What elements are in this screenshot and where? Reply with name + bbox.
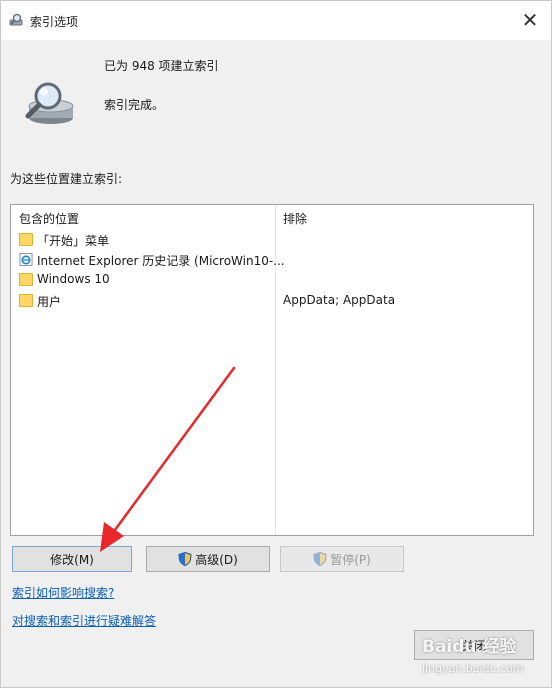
index-state-text: 索引完成。	[104, 98, 165, 112]
title-bar: 索引选项 ✕	[0, 0, 552, 40]
troubleshoot-search-link[interactable]: 对搜索和索引进行疑难解答	[12, 612, 156, 629]
indexing-options-icon	[9, 13, 23, 26]
column-header-excluded[interactable]: 排除	[283, 210, 307, 227]
indexed-count-text: 已为 948 项建立索引	[104, 59, 219, 73]
modify-button-label: 修改(M)	[50, 552, 94, 567]
pause-button[interactable]: 暂停(P)	[280, 546, 404, 572]
indexing-status-icon	[25, 82, 74, 124]
modify-button[interactable]: 修改(M)	[12, 546, 132, 572]
advanced-button-label: 高级(D)	[195, 552, 238, 567]
locations-list[interactable]: 包含的位置 排除 「开始」菜单 Internet Explorer 历史记录 (…	[10, 204, 534, 536]
location-exclude: AppData; AppData	[283, 293, 396, 307]
location-name: 用户	[37, 295, 62, 309]
locations-label: 为这些位置建立索引:	[10, 172, 123, 186]
column-header-included[interactable]: 包含的位置	[19, 210, 79, 227]
how-indexing-affects-search-link[interactable]: 索引如何影响搜索?	[12, 584, 114, 601]
folder-icon	[19, 294, 33, 307]
location-name: Windows 10	[37, 272, 110, 286]
pause-button-label: 暂停(P)	[330, 552, 371, 567]
list-item[interactable]: 用户 AppData; AppData	[17, 291, 527, 311]
location-name: 「开始」菜单	[37, 234, 110, 248]
list-item[interactable]: Windows 10	[17, 270, 527, 290]
location-name: Internet Explorer 历史记录 (MicroWin10-...	[37, 254, 285, 268]
uac-shield-icon	[313, 552, 327, 566]
advanced-button[interactable]: 高级(D)	[146, 546, 270, 572]
list-item[interactable]: 「开始」菜单	[17, 230, 527, 250]
watermark-sub: jingyan.baidu.com	[422, 662, 524, 675]
internet-explorer-icon	[19, 253, 33, 266]
uac-shield-icon	[178, 552, 192, 566]
close-icon[interactable]: ✕	[508, 0, 552, 40]
window-title: 索引选项	[30, 15, 79, 29]
close-button-label: 关闭	[461, 638, 486, 653]
close-button[interactable]: 关闭	[414, 630, 534, 660]
list-item[interactable]: Internet Explorer 历史记录 (MicroWin10-...	[17, 250, 527, 270]
folder-icon	[19, 273, 33, 286]
folder-icon	[19, 233, 33, 246]
